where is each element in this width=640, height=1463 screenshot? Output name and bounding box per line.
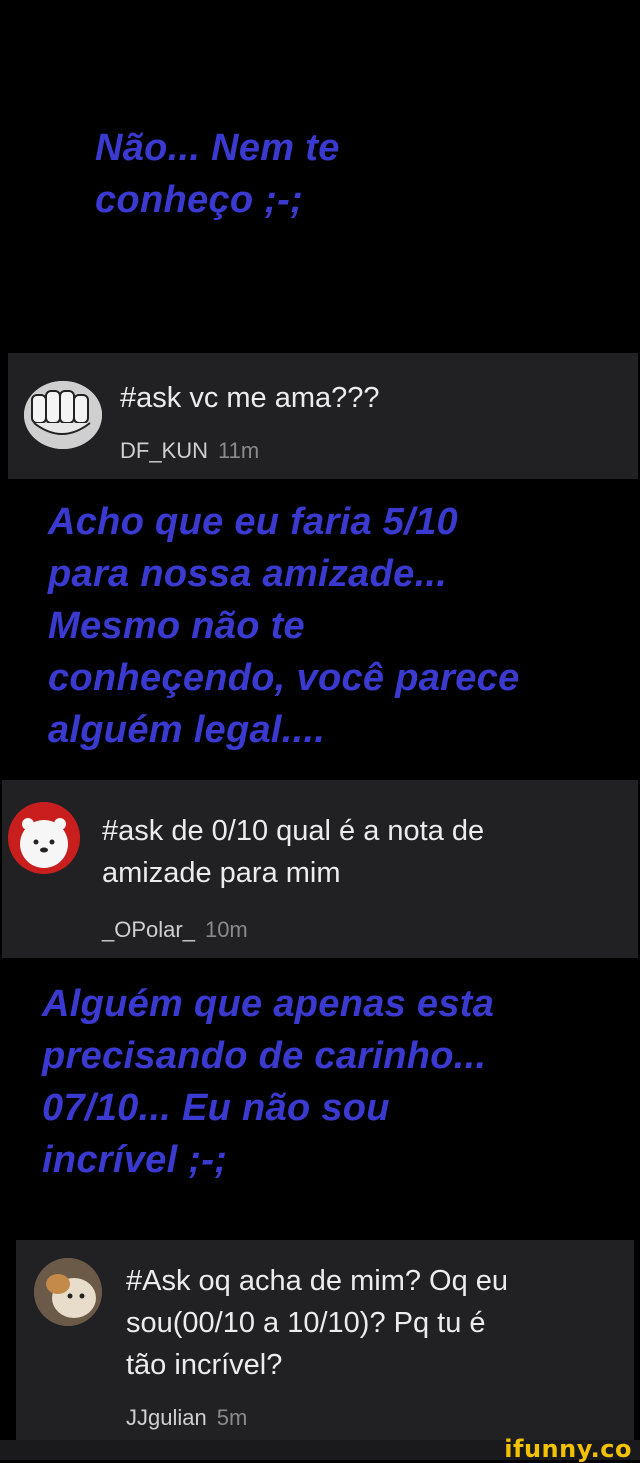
question-time-3: 5m: [216, 1405, 248, 1430]
question-text-3: #Ask oq acha de mim? Oq eu sou(00/10 a 1…: [126, 1265, 509, 1381]
question-meta-3: JJgulian 5m: [126, 1404, 247, 1432]
user-avatar-jjgulian[interactable]: [34, 1258, 102, 1326]
fist-avatar-icon: [24, 381, 102, 449]
answer-text-1: Não... Nem te conheço ;-;: [95, 127, 340, 221]
ifunny-watermark: ifunny.co: [504, 1435, 632, 1463]
question-username-3[interactable]: JJgulian: [126, 1405, 207, 1430]
user-avatar-dfkun[interactable]: [24, 381, 102, 449]
question-text-1: #ask vc me ama???: [120, 382, 380, 414]
question-time-2: 10m: [204, 917, 248, 942]
question-meta-2: _OPolar_ 10m: [102, 916, 248, 944]
answer-text-3: Alguém que apenas esta precisando de car…: [42, 983, 495, 1181]
polar-bear-avatar-icon: [8, 802, 80, 874]
question-time-1: 11m: [218, 438, 260, 463]
question-meta-1: DF_KUN 11m: [120, 437, 259, 465]
question-card-2[interactable]: #ask de 0/10 qual é a nota de amizade pa…: [2, 780, 638, 958]
cat-avatar-icon: [34, 1258, 102, 1326]
question-username-2[interactable]: _OPolar_: [102, 917, 195, 942]
question-card-3[interactable]: #Ask oq acha de mim? Oq eu sou(00/10 a 1…: [16, 1240, 634, 1440]
question-text-2: #ask de 0/10 qual é a nota de amizade pa…: [102, 815, 485, 889]
user-avatar-opolar[interactable]: [8, 802, 80, 874]
question-card-1[interactable]: #ask vc me ama??? DF_KUN 11m: [8, 353, 638, 479]
question-username-1[interactable]: DF_KUN: [120, 438, 208, 463]
answer-text-2: Acho que eu faria 5/10 para nossa amizad…: [48, 501, 520, 751]
